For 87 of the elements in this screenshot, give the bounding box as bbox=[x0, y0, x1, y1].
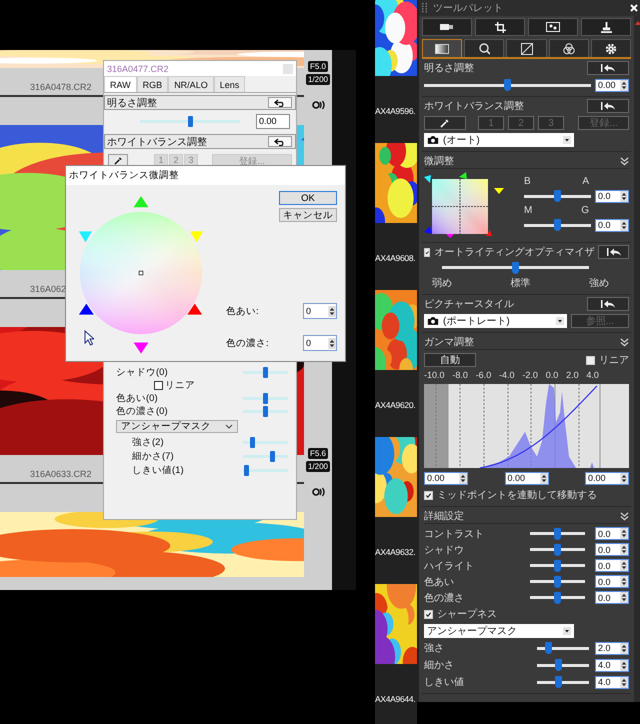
file-name: AX4A9620. bbox=[375, 400, 416, 410]
slider-label: シャドウ(0) bbox=[116, 366, 168, 379]
checkbox-label: オートライティングオプティマイザ bbox=[434, 246, 594, 259]
tab[interactable]: NR/ALO bbox=[168, 76, 214, 92]
slider-label: 色の濃さ bbox=[424, 592, 465, 604]
file-name: 316A062 bbox=[30, 284, 66, 296]
section-title: ガンマ調整 bbox=[424, 336, 474, 349]
number-field[interactable]: 0.0 bbox=[595, 543, 629, 556]
axis-label: -8.0 bbox=[452, 370, 468, 381]
number-field[interactable]: 0 bbox=[303, 335, 337, 351]
section-title: 詳細設定 bbox=[424, 510, 464, 523]
slider-label: 色あい bbox=[424, 576, 455, 588]
slider-label: しきい値(1) bbox=[132, 464, 184, 476]
axis-label: 0.0 bbox=[546, 370, 558, 381]
dropdown[interactable]: アンシャープマスク bbox=[424, 624, 574, 638]
tab[interactable]: Lens bbox=[214, 76, 246, 92]
axis-letter: M bbox=[524, 205, 532, 216]
cancel-button[interactable]: キャンセル bbox=[279, 208, 337, 222]
value-field[interactable]: 0.00 bbox=[256, 114, 290, 128]
slider-label: しきい値 bbox=[424, 676, 465, 689]
number-field[interactable]: 2.0 bbox=[595, 642, 629, 654]
axis-letter: G bbox=[581, 205, 589, 216]
file-name: AX4A9608. bbox=[375, 253, 416, 263]
number-field[interactable]: 0.0 bbox=[595, 527, 629, 540]
number-field[interactable]: 0.00 bbox=[424, 472, 468, 484]
scale-label: 弱め bbox=[432, 277, 452, 290]
window-title: 316A0477.CR2 bbox=[107, 64, 169, 74]
file-name: 316A0478.CR2 bbox=[30, 82, 92, 94]
aperture-badge: F5.0 bbox=[308, 61, 328, 72]
number-field[interactable]: 0.0 bbox=[595, 559, 629, 572]
slider-label: コントラスト bbox=[424, 528, 485, 540]
tab[interactable]: RGB bbox=[136, 76, 168, 92]
tab[interactable]: RAW bbox=[104, 76, 137, 92]
dropdown[interactable]: アンシャープマスク bbox=[116, 420, 238, 433]
aperture-badge: F5.6 bbox=[308, 448, 328, 459]
file-name: AX4A9632. bbox=[375, 547, 416, 557]
number-field[interactable]: 0.00 bbox=[595, 78, 629, 92]
dialog-title: ホワイトバランス微調整 bbox=[69, 169, 179, 182]
ok-button[interactable]: OK bbox=[279, 191, 337, 205]
slider-label: シャドウ bbox=[424, 544, 465, 556]
number-field[interactable]: 0.00 bbox=[504, 472, 548, 484]
checkbox-label: ミッドポイントを連動して移動する bbox=[437, 488, 597, 502]
auto-button[interactable]: 自動 bbox=[424, 353, 476, 367]
section-title: ホワイトバランス調整 bbox=[424, 100, 525, 113]
file-name: AX4A9644. bbox=[375, 694, 416, 704]
slider-label: 強さ bbox=[424, 642, 445, 655]
section-title: 明るさ調整 bbox=[107, 96, 157, 110]
file-name: AX4A9596. bbox=[375, 106, 416, 116]
slider-label: 色の濃さ(0) bbox=[116, 405, 168, 418]
axis-label: 4.0 bbox=[586, 370, 599, 381]
axis-label: -10.0 bbox=[424, 370, 445, 381]
axis-label: -2.0 bbox=[522, 370, 538, 381]
slider-label: 色あい(0) bbox=[116, 392, 158, 405]
number-field[interactable]: 0.0 bbox=[595, 190, 629, 202]
number-field[interactable]: 0.0 bbox=[595, 575, 629, 588]
field-label: 色の濃さ: bbox=[226, 336, 269, 350]
section-title: 明るさ調整 bbox=[424, 62, 475, 75]
shutter-badge: 1/200 bbox=[306, 74, 330, 85]
slider-label: ハイライト bbox=[424, 560, 475, 572]
section-title: ピクチャースタイル bbox=[424, 298, 515, 311]
number-field[interactable]: 0 bbox=[303, 303, 337, 319]
scale-label: 標準 bbox=[510, 276, 530, 290]
number-field[interactable]: 4.0 bbox=[595, 658, 629, 672]
panel-title: ツールパレット bbox=[433, 2, 504, 15]
dropdown[interactable]: (オート) bbox=[424, 133, 574, 147]
checkbox-label: リニア bbox=[165, 379, 195, 392]
number-field[interactable]: 0.0 bbox=[595, 591, 629, 604]
scale-label: 強め bbox=[589, 277, 609, 290]
checkbox-label: シャープネス bbox=[437, 608, 497, 621]
number-field[interactable]: 0.00 bbox=[585, 472, 629, 484]
field-label: 色あい: bbox=[226, 304, 259, 318]
axis-label: -6.0 bbox=[476, 370, 492, 381]
shutter-badge: 1/200 bbox=[306, 461, 330, 472]
number-field[interactable]: 4.0 bbox=[595, 676, 629, 688]
axis-letter: B bbox=[524, 176, 531, 187]
number-field[interactable]: 0.0 bbox=[595, 218, 629, 232]
axis-label: 2.0 bbox=[566, 370, 579, 381]
slider-label: 細かさ bbox=[424, 659, 455, 672]
section-title: ホワイトバランス調整 bbox=[107, 136, 207, 148]
slider-label: 強さ(2) bbox=[132, 436, 164, 448]
dropdown[interactable]: (ポートレート) bbox=[424, 314, 567, 328]
checkbox-label: リニア bbox=[599, 354, 629, 367]
file-name: 316A0633.CR2 bbox=[30, 469, 92, 481]
axis-letter: A bbox=[582, 176, 589, 187]
section-title: 微調整 bbox=[424, 154, 454, 168]
slider-label: 細かさ(7) bbox=[132, 450, 174, 462]
axis-label: -4.0 bbox=[499, 370, 515, 381]
